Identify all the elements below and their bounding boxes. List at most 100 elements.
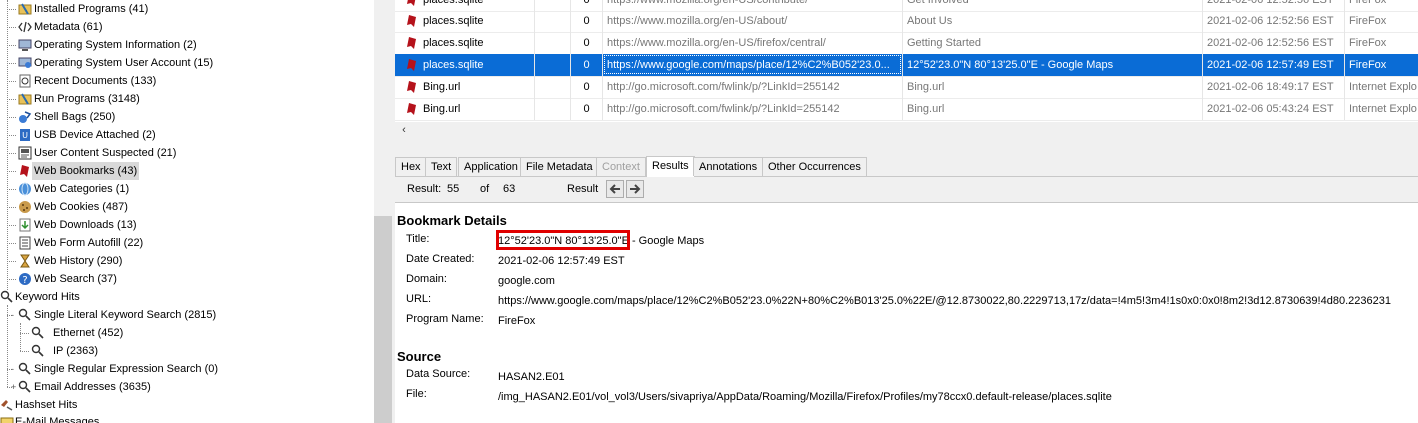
cell-url: https://www.mozilla.org/en-US/about/ xyxy=(603,10,903,32)
tree-item-label: Web Search (37) xyxy=(34,273,117,285)
table-row[interactable]: Bing.url 0 http://go.microsoft.com/fwlin… xyxy=(395,98,1418,121)
pane-divider[interactable] xyxy=(395,138,1418,156)
shell-bags-icon xyxy=(19,111,32,123)
tree-item-label: Recent Documents (133) xyxy=(34,75,157,87)
cell-score xyxy=(535,98,571,120)
cell-source-file: places.sqlite xyxy=(423,37,484,49)
cell-program: FireFox xyxy=(1349,15,1387,27)
bookmark-details-heading: Bookmark Details xyxy=(397,213,507,228)
tab-file-metadata[interactable]: File Metadata xyxy=(520,157,599,176)
tree-item-label: Hashset Hits xyxy=(15,399,78,411)
cell-date: 2021-02-06 12:57:49 EST xyxy=(1203,54,1345,76)
run-programs-icon xyxy=(18,93,32,105)
cell-program: Internet Explo xyxy=(1349,103,1417,115)
cell-date: 2021-02-06 12:52:56 EST xyxy=(1203,10,1345,32)
table-row-selected[interactable]: places.sqlite 0 https://www.google.com/m… xyxy=(395,54,1418,77)
tree-item-label: Email Addresses (3635) xyxy=(34,381,151,393)
arrow-left-icon xyxy=(609,184,620,194)
result-nav-label: Result xyxy=(567,183,599,195)
cell-title: About Us xyxy=(903,10,1203,32)
table-row[interactable]: places.sqlite 0 https://www.mozilla.org/… xyxy=(395,32,1418,55)
tree-item-label: Ethernet (452) xyxy=(53,327,124,339)
result-total: 63 xyxy=(503,183,516,195)
cell-date: 2021-02-06 05:43:24 EST xyxy=(1203,98,1345,120)
hashset-icon xyxy=(1,400,13,411)
tab-other-occurrences[interactable]: Other Occurrences xyxy=(762,157,867,176)
cookie-icon xyxy=(19,201,31,213)
cell-date: 2021-02-06 18:49:17 EST xyxy=(1203,76,1345,98)
download-icon xyxy=(19,218,31,232)
data-source-label: Data Source: xyxy=(406,368,471,380)
os-user-icon xyxy=(18,57,32,68)
collapse-icon[interactable]: - xyxy=(11,306,14,324)
svg-text:U: U xyxy=(22,131,28,140)
tree-item-label: Web Form Autofill (22) xyxy=(34,237,144,249)
result-details-panel: Bookmark Details Title: 12°52'23.0"N 80°… xyxy=(395,203,1418,423)
bookmark-icon xyxy=(20,165,29,177)
cell-url: http://go.microsoft.com/fwlink/p/?LinkId… xyxy=(603,98,903,120)
tree-item-label: Operating System User Account (15) xyxy=(34,57,214,69)
cell-score xyxy=(535,54,571,76)
cell-source-file: Bing.url xyxy=(423,103,461,115)
next-result-button[interactable] xyxy=(626,180,644,198)
hourglass-icon xyxy=(20,254,30,268)
tree-guide xyxy=(7,0,8,290)
file-path-value: /img_HASAN2.E01/vol_vol3/Users/sivapriya… xyxy=(498,391,1112,403)
cell-score xyxy=(535,76,571,98)
arrow-right-icon xyxy=(630,184,641,194)
collapse-icon[interactable]: - xyxy=(11,360,14,378)
table-row[interactable]: Bing.url 0 http://go.microsoft.com/fwlin… xyxy=(395,76,1418,99)
tab-application[interactable]: Application xyxy=(458,157,524,176)
title-label: Title: xyxy=(406,233,430,245)
program-name-label: Program Name: xyxy=(406,313,484,325)
result-navigation-bar: Result: 55 of 63 Result xyxy=(395,177,1418,203)
cell-title: Getting Started xyxy=(903,32,1203,54)
tree-item-label: Web Bookmarks (43) xyxy=(32,162,140,180)
os-info-icon xyxy=(18,39,32,51)
expand-icon[interactable]: + xyxy=(11,378,16,396)
url-value: https://www.google.com/maps/place/12%C2%… xyxy=(498,295,1391,307)
cell-score xyxy=(535,10,571,32)
svg-text:?: ? xyxy=(22,275,27,286)
tab-hex[interactable]: Hex xyxy=(395,157,427,176)
tab-text[interactable]: Text xyxy=(425,157,458,176)
content-viewer-tabs: Hex Text Application File Metadata Conte… xyxy=(395,156,1418,177)
tree-item-label: Run Programs (3148) xyxy=(34,93,140,105)
search-icon xyxy=(31,344,44,357)
tab-results[interactable]: Results xyxy=(646,156,695,177)
scroll-left-icon[interactable]: ‹ xyxy=(398,122,410,138)
result-of-label: of xyxy=(480,183,490,195)
cell-source-file: Bing.url xyxy=(423,81,461,93)
result-current: 55 xyxy=(447,183,460,195)
cell-program: Internet Explo xyxy=(1349,81,1417,93)
previous-result-button[interactable] xyxy=(606,180,624,198)
file-label: File: xyxy=(406,388,427,400)
cell-program: FireFox xyxy=(1349,59,1387,71)
tree-item-label: E-Mail Messages xyxy=(15,416,100,423)
table-horizontal-scrollbar[interactable]: ‹ xyxy=(395,122,1418,138)
tree-guide xyxy=(7,305,8,387)
source-heading: Source xyxy=(397,349,442,364)
cell-title: Bing.url xyxy=(903,98,1203,120)
installed-programs-icon xyxy=(18,3,32,15)
cell-count: 0 xyxy=(571,98,603,120)
user-content-icon xyxy=(18,146,32,160)
tree-item-label: Shell Bags (250) xyxy=(34,111,116,123)
tree-item-label: Operating System Information (2) xyxy=(34,39,197,51)
results-table: places.sqlite 0 https://www.mozilla.org/… xyxy=(395,0,1418,122)
tree-item-label: Web Categories (1) xyxy=(34,183,130,195)
tree-item-label: Single Regular Expression Search (0) xyxy=(34,363,219,375)
cell-source-file: places.sqlite xyxy=(423,15,484,27)
usb-icon: U xyxy=(20,129,30,141)
results-tree: Installed Programs (41) Metadata (61) Op… xyxy=(0,0,374,423)
form-icon xyxy=(19,236,31,250)
program-name-value: FireFox xyxy=(498,315,536,327)
cell-score xyxy=(535,32,571,54)
tree-item-label: Web Downloads (13) xyxy=(34,219,137,231)
tab-context: Context xyxy=(596,157,646,176)
tab-annotations[interactable]: Annotations xyxy=(693,157,764,176)
tree-scrollbar-thumb[interactable] xyxy=(374,216,392,423)
domain-label: Domain: xyxy=(406,273,447,285)
table-row[interactable]: places.sqlite 0 https://www.mozilla.org/… xyxy=(395,10,1418,33)
date-created-label: Date Created: xyxy=(406,253,475,265)
